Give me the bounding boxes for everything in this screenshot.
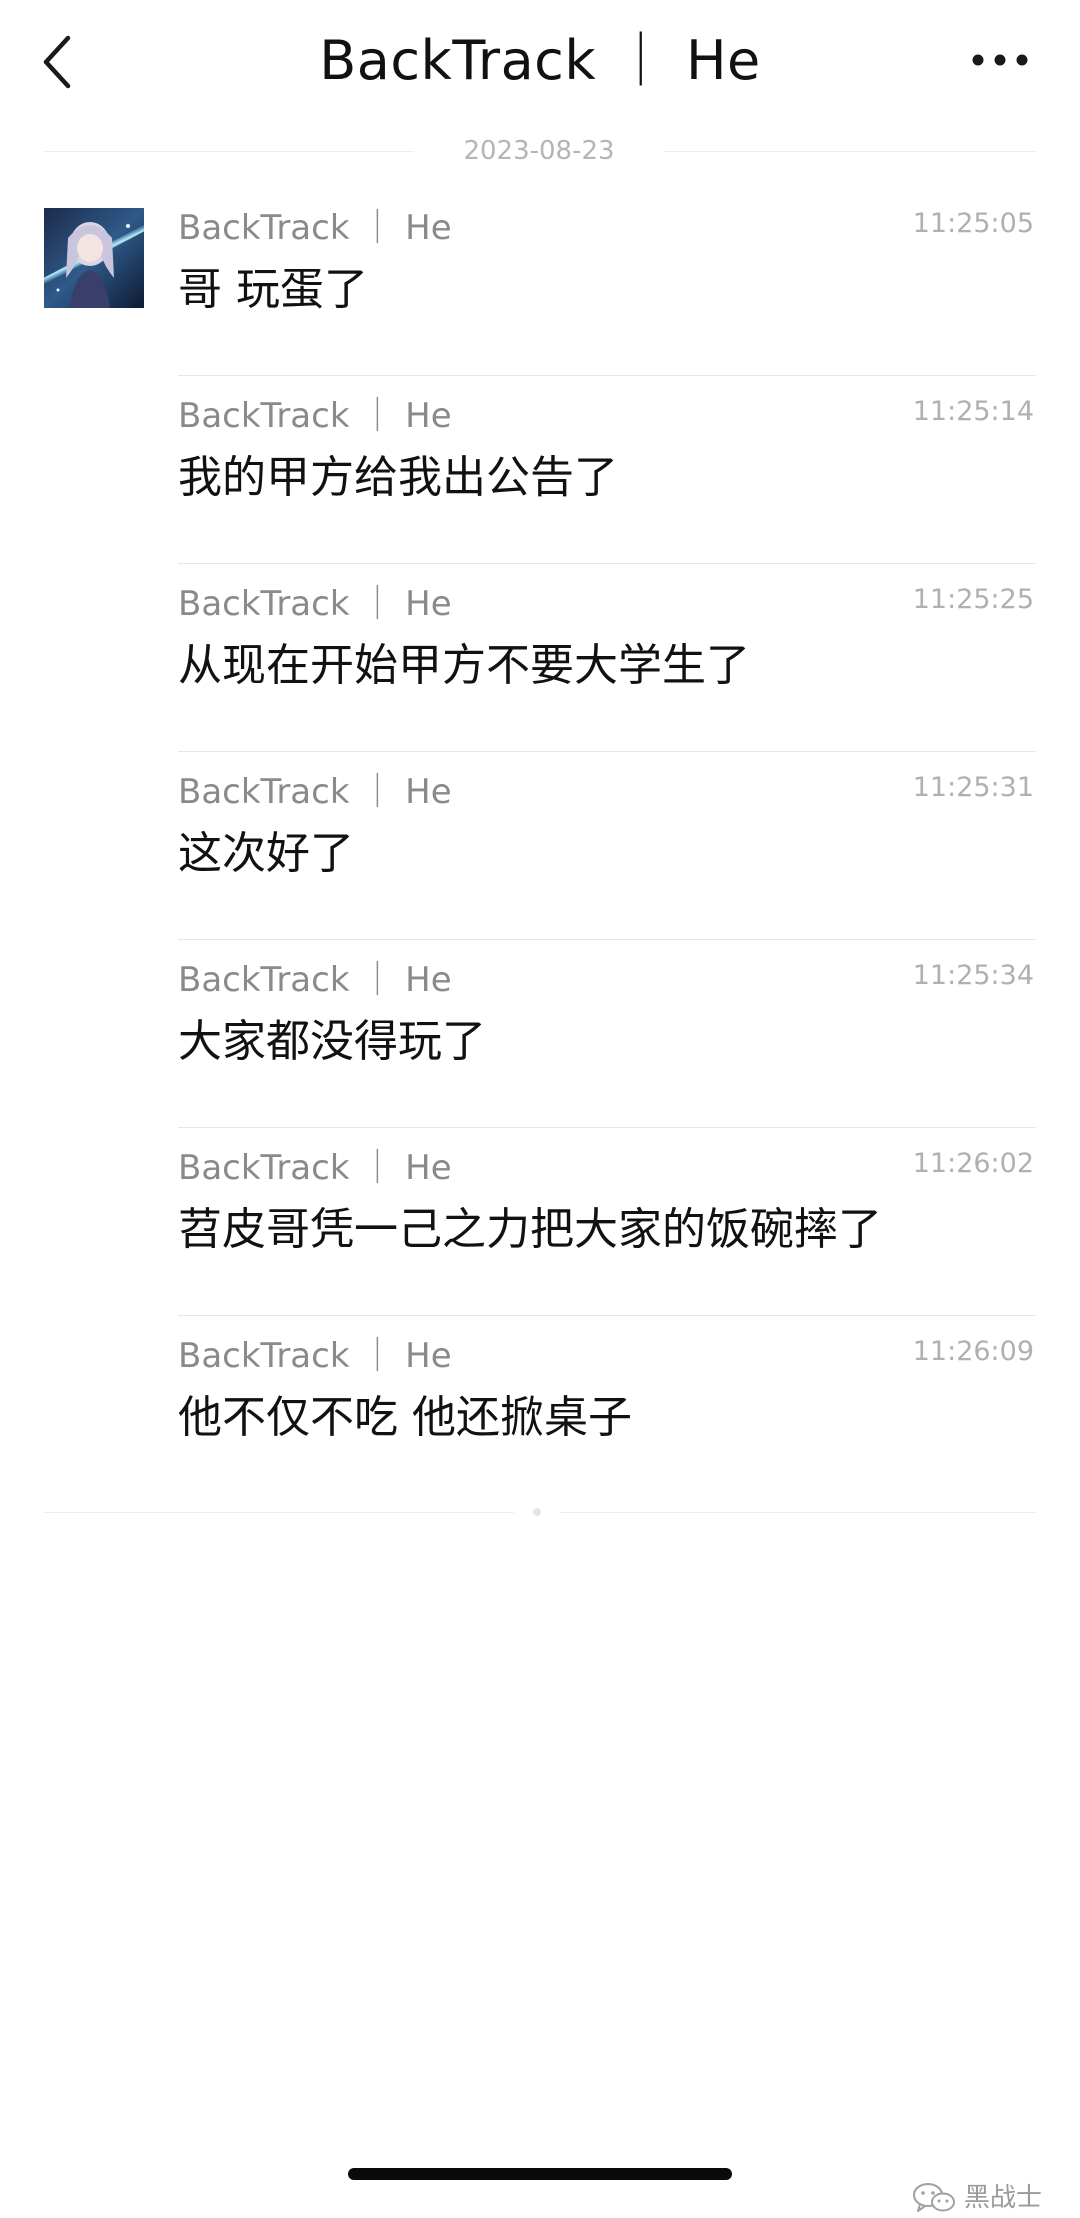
message-item[interactable]: BackTrack ｜ He 11:25:14 我的甲方给我出公告了 <box>0 376 1080 564</box>
message-item[interactable]: BackTrack ｜ He 11:26:09 他不仅不吃 他还掀桌子 <box>0 1316 1080 1504</box>
watermark: 黑战士 <box>912 2178 1042 2218</box>
message-sender: BackTrack ｜ He <box>178 584 452 624</box>
message-text: 他不仅不吃 他还掀桌子 <box>178 1392 632 1443</box>
date-label: 2023-08-23 <box>463 136 615 166</box>
message-text: 我的甲方给我出公告了 <box>178 452 618 503</box>
message-time: 11:25:31 <box>912 772 1034 803</box>
message-text: 从现在开始甲方不要大学生了 <box>178 640 750 691</box>
message-time: 11:25:25 <box>912 584 1034 615</box>
message-sender: BackTrack ｜ He <box>178 1336 452 1376</box>
divider <box>44 1512 514 1513</box>
message-text: 这次好了 <box>178 828 354 879</box>
dot-icon <box>533 1508 541 1516</box>
page-title: BackTrack ｜ He <box>319 29 761 92</box>
wechat-icon <box>912 2183 955 2212</box>
message-text: 哥 玩蛋了 <box>178 264 368 315</box>
message-sender: BackTrack ｜ He <box>178 396 452 436</box>
message-text: 苕皮哥凭一己之力把大家的饭碗摔了 <box>178 1204 882 1255</box>
message-sender: BackTrack ｜ He <box>178 772 452 812</box>
message-item[interactable]: BackTrack ｜ He 11:26:02 苕皮哥凭一己之力把大家的饭碗摔了 <box>0 1128 1080 1316</box>
divider <box>664 151 1036 152</box>
message-item[interactable]: BackTrack ｜ He 11:25:05 哥 玩蛋了 <box>0 188 1080 376</box>
message-sender: BackTrack ｜ He <box>178 1148 452 1188</box>
message-time: 11:25:05 <box>912 208 1034 239</box>
more-button[interactable] <box>970 40 1030 80</box>
home-indicator[interactable] <box>348 2168 732 2180</box>
watermark-text: 黑战士 <box>963 2183 1042 2213</box>
message-text: 大家都没得玩了 <box>178 1016 486 1067</box>
more-horizontal-icon <box>972 54 1028 66</box>
message-sender: BackTrack ｜ He <box>178 960 452 1000</box>
message-item[interactable]: BackTrack ｜ He 11:25:34 大家都没得玩了 <box>0 940 1080 1128</box>
divider <box>560 1512 1036 1513</box>
end-separator <box>44 1506 1036 1518</box>
chat-header: BackTrack ｜ He <box>0 0 1080 125</box>
message-time: 11:25:34 <box>912 960 1034 991</box>
message-time: 11:25:14 <box>912 396 1034 427</box>
divider <box>44 151 414 152</box>
message-time: 11:26:02 <box>912 1148 1034 1179</box>
message-item[interactable]: BackTrack ｜ He 11:25:31 这次好了 <box>0 752 1080 940</box>
message-sender: BackTrack ｜ He <box>178 208 452 248</box>
message-time: 11:26:09 <box>912 1336 1034 1367</box>
date-separator: 2023-08-23 <box>44 136 1036 166</box>
message-list: BackTrack ｜ He 11:25:05 哥 玩蛋了 BackTrack … <box>0 188 1080 1504</box>
message-item[interactable]: BackTrack ｜ He 11:25:25 从现在开始甲方不要大学生了 <box>0 564 1080 752</box>
